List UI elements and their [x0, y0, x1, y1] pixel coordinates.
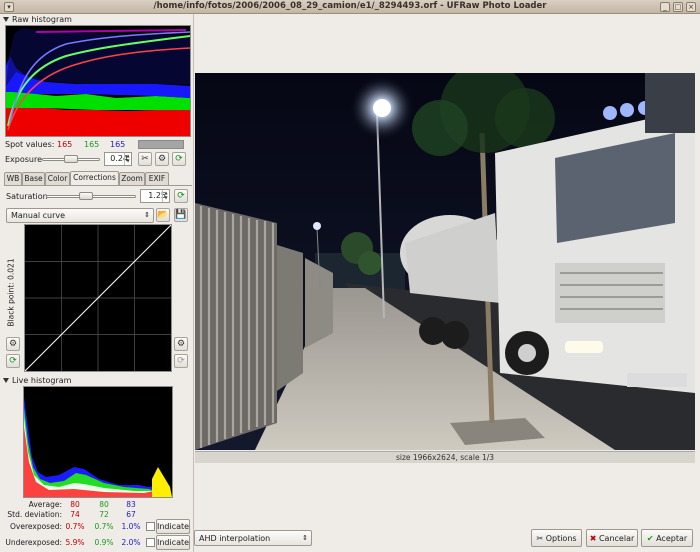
spot-color-swatch	[138, 140, 184, 149]
panel-separator	[193, 14, 194, 552]
underexposed-red: 5.9%	[65, 538, 85, 547]
overexposed-indicate-button[interactable]: Indicate	[156, 519, 190, 534]
live-histogram-expander[interactable]: Live histogram	[3, 376, 71, 385]
overexposed-red: 0.7%	[65, 522, 85, 531]
tab-zoom[interactable]: Zoom	[119, 172, 145, 185]
average-red: 80	[70, 500, 80, 509]
combo-arrows-icon: ⇕	[144, 211, 150, 219]
tab-divider	[4, 185, 192, 186]
underexposed-blue: 2.0%	[121, 538, 141, 547]
image-status-line: size 1966x2624, scale 1/3	[195, 451, 695, 463]
maximize-icon[interactable]: □	[673, 2, 683, 12]
live-histogram-plot	[24, 387, 172, 497]
expander-arrow-icon	[3, 378, 9, 383]
spot-values-label: Spot values:	[5, 140, 55, 149]
accept-icon: ✔	[646, 534, 654, 543]
curve-select-value: Manual curve	[11, 211, 66, 220]
cancel-button-label: Cancelar	[598, 534, 635, 543]
options-icon: ✂	[536, 534, 544, 543]
cancel-button[interactable]: ✖ Cancelar	[586, 529, 638, 547]
combo-arrows-icon: ⇕	[302, 534, 308, 542]
cancel-icon: ✖	[589, 534, 597, 543]
spot-value-blue: 165	[110, 140, 126, 149]
exposure-label: Exposure	[5, 155, 43, 164]
interpolation-select-value: AHD interpolation	[199, 534, 271, 543]
save-icon[interactable]: 💾	[174, 208, 188, 222]
interpolation-select[interactable]: AHD interpolation ⇕	[194, 530, 312, 546]
curve-auto-icon[interactable]: ⚙	[174, 337, 188, 351]
tab-base[interactable]: Base	[22, 172, 45, 185]
std-deviation-blue: 67	[126, 510, 136, 519]
black-point-label: Black point: 0.021	[6, 258, 16, 327]
saturation-reset-icon[interactable]: ⟳	[174, 189, 188, 203]
scissors-icon[interactable]: ✂	[138, 152, 152, 166]
expander-arrow-icon	[3, 17, 9, 22]
tab-corrections[interactable]: Corrections	[70, 171, 119, 185]
spot-value-red: 165	[57, 140, 73, 149]
curve-editor[interactable]	[24, 224, 172, 372]
live-histogram	[23, 386, 173, 498]
exposure-spinbox[interactable]: 0.24 ▲ ▼	[104, 152, 132, 166]
raw-histogram-plot	[6, 26, 191, 136]
overexposed-indicate-checkbox[interactable]	[146, 522, 155, 531]
underexposed-indicate-checkbox[interactable]	[146, 538, 155, 547]
overexposed-blue: 1.0%	[121, 522, 141, 531]
exposure-slider-knob[interactable]	[64, 155, 78, 163]
raw-histogram-label: Raw histogram	[12, 15, 72, 24]
refresh-icon[interactable]: ⟳	[172, 152, 186, 166]
photo-preview[interactable]	[195, 73, 695, 450]
tab-exif[interactable]: EXIF	[145, 172, 169, 185]
spin-arrows-icon[interactable]: ▲ ▼	[162, 190, 169, 202]
std-deviation-label: Std. deviation:	[7, 510, 62, 519]
saturation-spinbox[interactable]: 1.25 ▲ ▼	[140, 189, 170, 203]
average-green: 80	[99, 500, 109, 509]
saturation-slider-knob[interactable]	[79, 192, 93, 200]
raw-histogram	[5, 25, 191, 137]
photo-image	[195, 73, 695, 450]
saturation-label: Saturation	[6, 192, 48, 201]
live-histogram-label: Live histogram	[12, 376, 72, 385]
average-label: Average:	[28, 500, 62, 509]
options-button[interactable]: ✂ Options	[531, 529, 582, 547]
std-deviation-green: 72	[99, 510, 109, 519]
curve-reset-icon[interactable]: ⟳	[174, 354, 188, 368]
spin-arrows-icon[interactable]: ▲ ▼	[124, 153, 131, 165]
underexposed-green: 0.9%	[94, 538, 114, 547]
underexposed-label: Underexposed:	[5, 538, 62, 547]
window-title: /home/info/fotos/2006/2006_08_29_camion/…	[153, 1, 547, 11]
curve-grid	[24, 224, 172, 372]
curve-select[interactable]: Manual curve ⇕	[6, 208, 154, 223]
auto-adjust-icon[interactable]: ⚙	[155, 152, 169, 166]
black-point-reset-icon[interactable]: ⟳	[6, 354, 20, 368]
close-icon[interactable]: ×	[686, 2, 696, 12]
accept-button[interactable]: ✔ Aceptar	[641, 529, 693, 547]
overexposed-green: 0.7%	[94, 522, 114, 531]
accept-button-label: Aceptar	[656, 534, 688, 543]
minimize-icon[interactable]: _	[660, 2, 670, 12]
black-point-auto-icon[interactable]: ⚙	[6, 337, 20, 351]
options-button-label: Options	[545, 534, 577, 543]
window-titlebar[interactable]: ▾ /home/info/fotos/2006/2006_08_29_camio…	[0, 0, 700, 14]
overexposed-label: Overexposed:	[10, 522, 62, 531]
spot-value-green: 165	[84, 140, 100, 149]
tab-wb[interactable]: WB	[4, 172, 22, 185]
tab-color[interactable]: Color	[45, 172, 70, 185]
std-deviation-red: 74	[70, 510, 80, 519]
average-blue: 83	[126, 500, 136, 509]
underexposed-indicate-button[interactable]: Indicate	[156, 535, 190, 550]
folder-open-icon[interactable]: 📂	[156, 208, 170, 222]
raw-histogram-expander[interactable]: Raw histogram	[3, 15, 72, 24]
